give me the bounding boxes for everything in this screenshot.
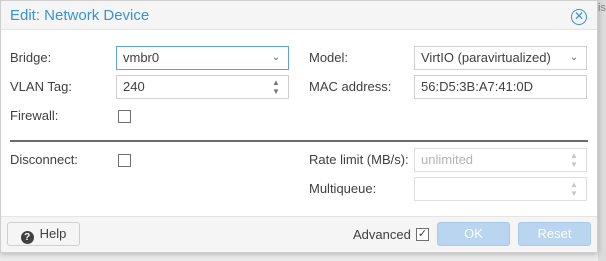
spinner-arrows-icon[interactable]: ▲ ▼ bbox=[568, 180, 580, 198]
model-label: Model: bbox=[309, 50, 349, 65]
section-divider bbox=[10, 140, 588, 142]
model-select[interactable]: VirtIO (paravirtualized) ⌄ bbox=[414, 46, 587, 70]
spinner-arrows-icon[interactable]: ▲ ▼ bbox=[270, 78, 282, 96]
disconnect-label: Disconnect: bbox=[10, 152, 78, 167]
vlan-tag-value: 240 bbox=[123, 79, 145, 94]
spinner-arrows-icon[interactable]: ▲ ▼ bbox=[568, 151, 580, 169]
model-value: VirtIO (paravirtualized) bbox=[421, 50, 551, 65]
multiqueue-field[interactable]: ▲ ▼ bbox=[414, 177, 587, 201]
background-panel bbox=[598, 0, 606, 261]
advanced-label: Advanced bbox=[353, 227, 411, 242]
vlan-tag-field[interactable]: 240 ▲ ▼ bbox=[116, 75, 289, 99]
chevron-down-icon[interactable]: ⌄ bbox=[270, 47, 282, 69]
help-icon: ? bbox=[20, 231, 34, 244]
reset-button[interactable]: Reset bbox=[518, 222, 591, 246]
background-text: is bbox=[598, 2, 606, 14]
vlan-tag-label: VLAN Tag: bbox=[10, 79, 72, 94]
dialog-title: Edit: Network Device bbox=[10, 7, 150, 24]
firewall-label: Firewall: bbox=[10, 108, 59, 123]
mac-address-label: MAC address: bbox=[309, 79, 392, 94]
rate-limit-placeholder: unlimited bbox=[421, 152, 474, 167]
mac-address-value: 56:D5:3B:A7:41:0D bbox=[421, 79, 534, 94]
rate-limit-label: Rate limit (MB/s): bbox=[309, 152, 409, 167]
mac-address-field[interactable]: 56:D5:3B:A7:41:0D bbox=[414, 75, 587, 99]
multiqueue-label: Multiqueue: bbox=[309, 181, 377, 196]
bridge-value: vmbr0 bbox=[123, 50, 160, 65]
disconnect-checkbox[interactable] bbox=[118, 154, 131, 167]
chevron-down-icon[interactable]: ⌄ bbox=[568, 47, 580, 69]
network-device-dialog: Edit: Network Device ✕ Bridge: vmbr0 ⌄ V… bbox=[0, 0, 598, 253]
bridge-label: Bridge: bbox=[10, 50, 52, 65]
close-icon[interactable]: ✕ bbox=[571, 9, 587, 25]
help-button[interactable]: ? Help bbox=[7, 222, 80, 246]
rate-limit-field[interactable]: unlimited ▲ ▼ bbox=[414, 148, 587, 172]
ok-button[interactable]: OK bbox=[437, 222, 510, 246]
bridge-select[interactable]: vmbr0 ⌄ bbox=[116, 46, 289, 70]
dialog-footer: ? Help Advanced ✓ OK Reset bbox=[1, 216, 597, 252]
advanced-checkbox[interactable]: ✓ bbox=[416, 228, 429, 241]
firewall-checkbox[interactable] bbox=[118, 110, 131, 123]
help-button-label: Help bbox=[39, 226, 67, 241]
dialog-titlebar: Edit: Network Device ✕ bbox=[1, 1, 597, 30]
